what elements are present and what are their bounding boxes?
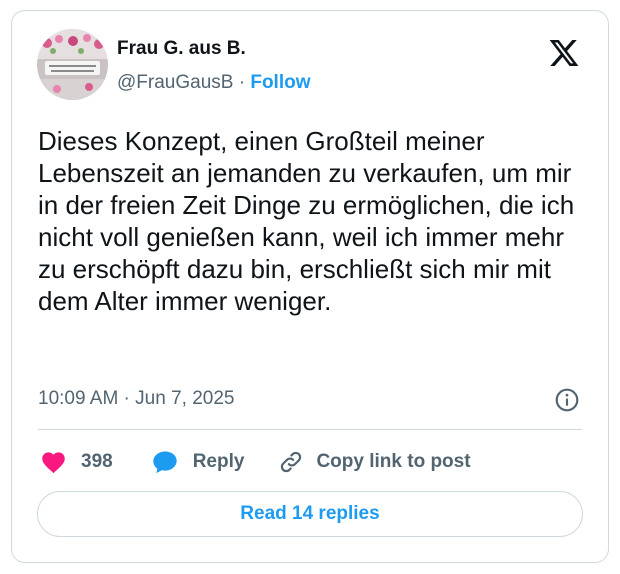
user-handle[interactable]: @FrauGausB (117, 72, 233, 93)
tweet-text: Dieses Konzept, einen Großteil meiner Le… (38, 126, 575, 316)
follow-button[interactable]: Follow (250, 72, 310, 93)
speech-bubble-icon (151, 448, 179, 476)
timestamp[interactable]: 10:09 AM · Jun 7, 2025 (38, 388, 234, 410)
display-name[interactable]: Frau G. aus B. (117, 38, 246, 60)
x-logo-icon[interactable] (548, 37, 580, 69)
heart-icon (40, 449, 67, 476)
copy-link-label: Copy link to post (316, 451, 471, 472)
like-count: 398 (81, 451, 113, 472)
action-bar: 398 Reply Copy link to post (40, 447, 471, 477)
handle-row: @FrauGausB · Follow (117, 72, 311, 94)
info-icon[interactable] (554, 387, 580, 413)
divider (38, 429, 582, 430)
reply-button[interactable]: Reply (151, 448, 279, 476)
like-button[interactable]: 398 (40, 449, 151, 476)
avatar[interactable] (37, 29, 108, 100)
copy-link-button[interactable]: Copy link to post (278, 449, 471, 475)
handle-separator: · (238, 72, 246, 93)
tweet-card: Frau G. aus B. @FrauGausB · Follow Diese… (11, 10, 609, 563)
reply-label: Reply (192, 451, 245, 472)
link-icon (278, 449, 304, 475)
read-replies-button[interactable]: Read 14 replies (37, 491, 583, 537)
